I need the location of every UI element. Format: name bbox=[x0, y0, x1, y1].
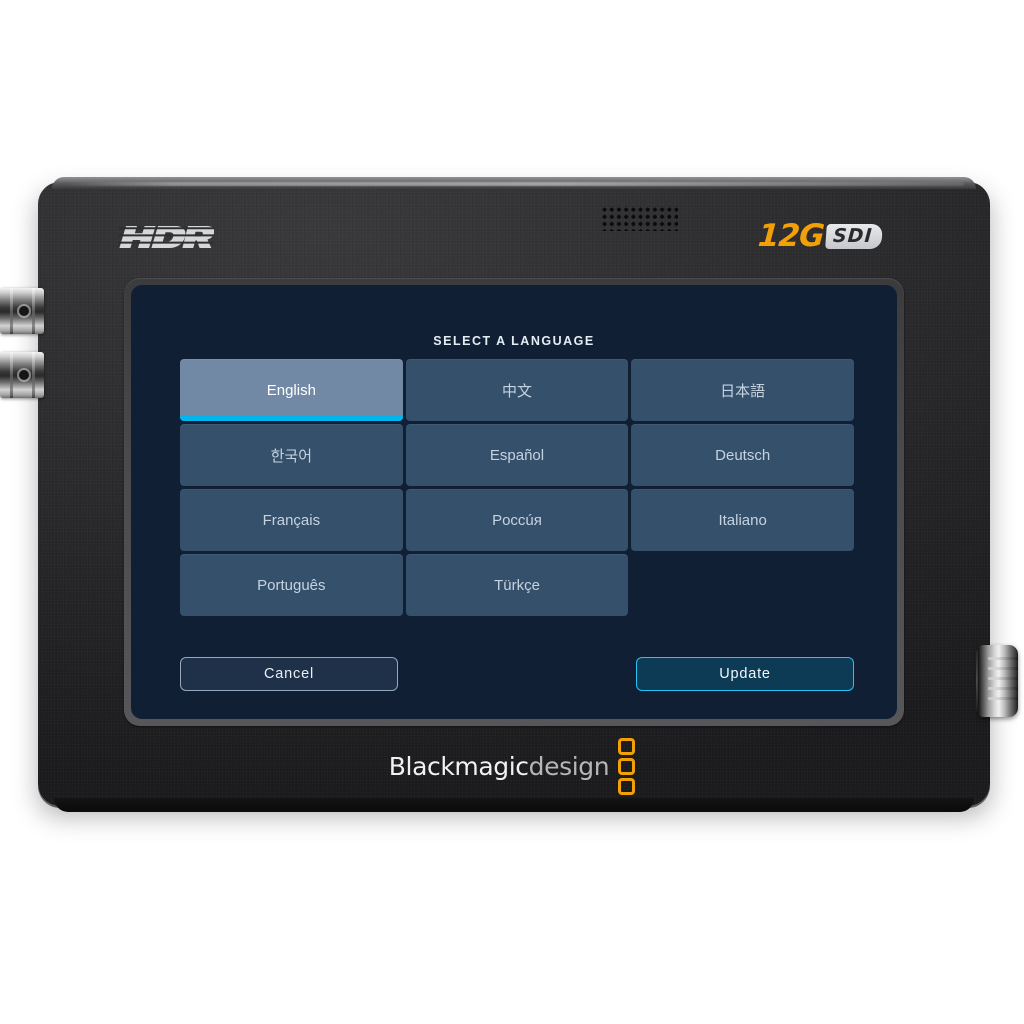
bnc-ring-left bbox=[10, 288, 13, 334]
language-option[interactable]: 中文 bbox=[405, 359, 629, 421]
language-option[interactable]: Português bbox=[180, 554, 403, 616]
language-grid-empty-slot bbox=[631, 554, 854, 616]
page-title: SELECT A LANGUAGE bbox=[433, 334, 595, 348]
speaker-grille-icon bbox=[600, 205, 678, 231]
12g-sdi-logo: 12G SDI bbox=[756, 217, 882, 254]
jack-body bbox=[978, 645, 1018, 717]
jack-thread-3 bbox=[988, 677, 1018, 680]
language-option[interactable]: Italiano bbox=[631, 489, 854, 551]
device-bottom-edge bbox=[54, 798, 974, 812]
bnc-connector-top bbox=[0, 288, 44, 334]
jack-thread-5 bbox=[988, 697, 1018, 700]
brand-square-1 bbox=[618, 738, 636, 755]
language-option[interactable]: Deutsch bbox=[631, 424, 854, 486]
language-option[interactable]: Pоссúя bbox=[405, 489, 629, 551]
bnc-center-pin bbox=[19, 370, 29, 380]
blackmagic-design-logo: Blackmagicdesign bbox=[0, 738, 1024, 795]
update-button[interactable]: Update bbox=[636, 657, 854, 691]
jack-thread-4 bbox=[988, 687, 1018, 690]
device-top-sheen bbox=[64, 182, 964, 186]
language-option[interactable]: English bbox=[180, 359, 403, 421]
threaded-jack-connector bbox=[976, 645, 1018, 717]
language-option[interactable]: Español bbox=[405, 424, 629, 486]
bnc-center-pin bbox=[19, 306, 29, 316]
sdi-12g-text: 12G bbox=[756, 217, 825, 254]
language-option[interactable]: 한국어 bbox=[180, 424, 403, 486]
bnc-ring-left bbox=[10, 352, 13, 398]
bnc-connector-bottom bbox=[0, 352, 44, 398]
language-option[interactable]: 日本語 bbox=[631, 359, 854, 421]
hdr-logo-icon bbox=[107, 222, 219, 252]
bnc-ring-right bbox=[32, 288, 35, 334]
language-option[interactable]: Français bbox=[180, 489, 403, 551]
brand-primary-text: Blackmagic bbox=[388, 752, 529, 781]
brand-squares-icon bbox=[618, 738, 636, 795]
screenshot-canvas: 12G SDI SELECT A LANGUAGE English 中文 日本語 한국… bbox=[0, 0, 1024, 1024]
sdi-badge-text: SDI bbox=[824, 223, 882, 249]
brand-secondary-text: design bbox=[528, 752, 610, 781]
cancel-button[interactable]: Cancel bbox=[180, 657, 398, 691]
jack-thread-2 bbox=[988, 667, 1018, 670]
bnc-ring-right bbox=[32, 352, 35, 398]
brand-wordmark: Blackmagicdesign bbox=[388, 752, 610, 781]
brand-square-2 bbox=[618, 758, 636, 775]
language-grid: English 中文 日本語 한국어 Español Deutsch Français Pос… bbox=[180, 359, 854, 616]
lcd-screen: SELECT A LANGUAGE English 中文 日本語 한국어 Español… bbox=[131, 285, 897, 719]
screen-bezel: SELECT A LANGUAGE English 中文 日本語 한국어 Español… bbox=[124, 278, 904, 726]
action-button-row: Cancel Update bbox=[180, 657, 854, 691]
brand-square-3 bbox=[618, 778, 636, 795]
language-option[interactable]: Türkçe bbox=[405, 554, 629, 616]
jack-thread-1 bbox=[988, 657, 1018, 660]
